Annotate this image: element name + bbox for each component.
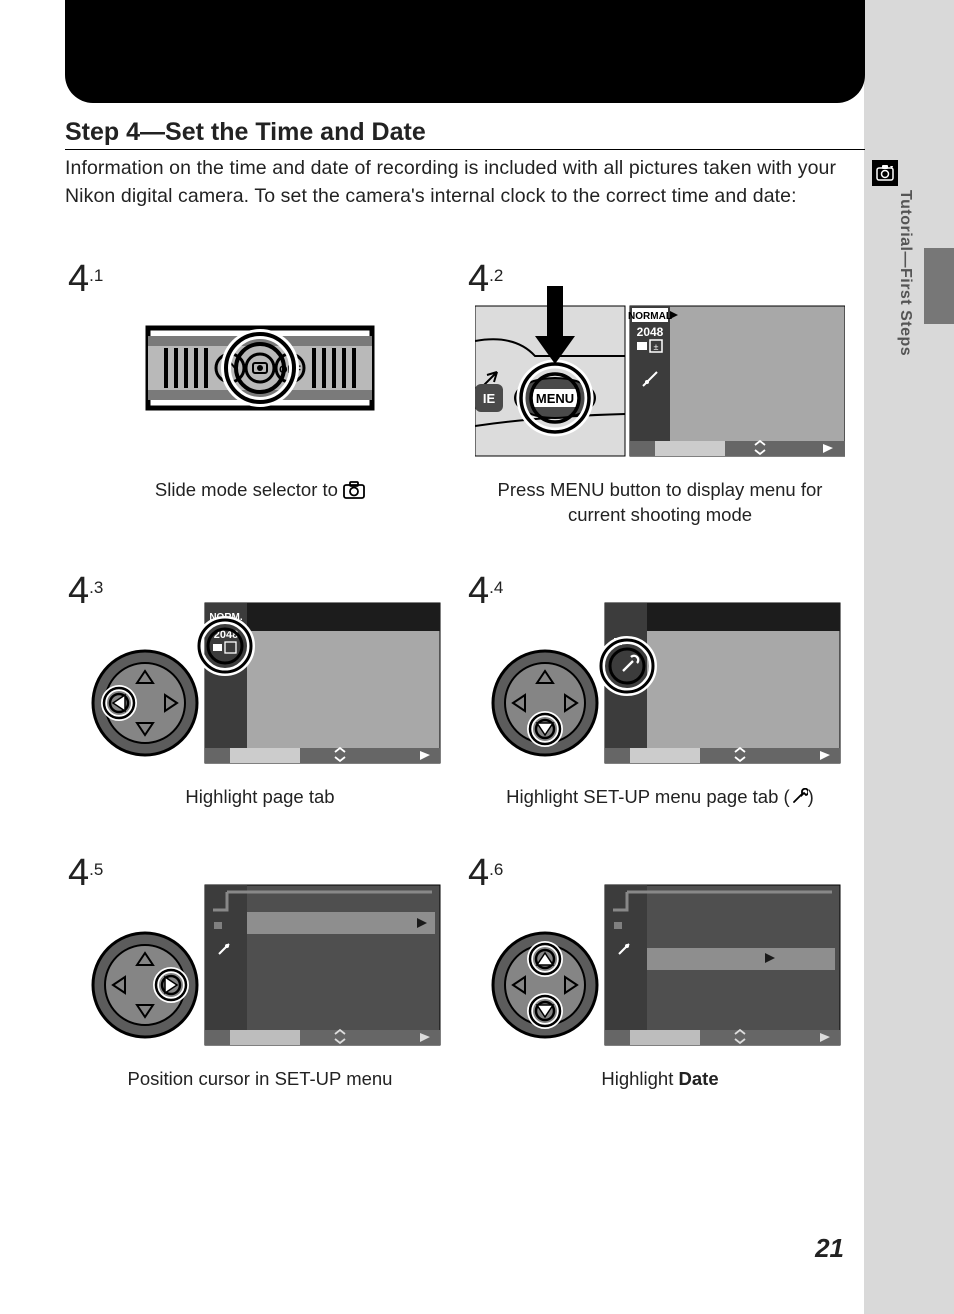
camera-icon: [343, 481, 365, 499]
figure-highlight-setup-tab: [475, 598, 845, 773]
figure-menu-button: IE MENU: [475, 286, 845, 466]
figure-position-cursor: [75, 880, 445, 1055]
figure-mode-selector: OFF: [130, 286, 390, 466]
svg-text:±: ±: [654, 342, 659, 352]
caption: Slide mode selector to: [80, 478, 440, 503]
side-tab-icon: [872, 160, 898, 186]
step-number: 4.1: [68, 260, 103, 298]
caption: Highlight SET-UP menu page tab (): [480, 785, 840, 810]
side-tab-label: Tutorial—First Steps: [896, 190, 914, 356]
caption: Highlight Date: [480, 1067, 840, 1092]
step-4-6: 4.6: [460, 854, 860, 1136]
caption: Position cursor in SET-UP menu: [80, 1067, 440, 1092]
step-4-1: 4.1: [60, 260, 460, 572]
caption: Press MENU button to display menu for cu…: [480, 478, 840, 528]
header-black-box: [65, 0, 865, 103]
svg-text:IE: IE: [483, 391, 496, 406]
step-title: Step 4—Set the Time and Date: [65, 118, 865, 150]
page-number: 21: [815, 1233, 844, 1264]
wrench-icon: [790, 788, 808, 806]
figure-highlight-page-tab: NORM. 2048: [75, 598, 445, 773]
step-4-4: 4.4: [460, 572, 860, 854]
caption: Highlight page tab: [80, 785, 440, 810]
side-thumb-tab: [924, 248, 954, 324]
step-4-2: 4.2 IE MENU: [460, 260, 860, 572]
svg-text:MENU: MENU: [536, 391, 574, 406]
svg-text:2048: 2048: [637, 325, 664, 339]
figure-highlight-date: [475, 880, 845, 1055]
step-4-5: 4.5: [60, 854, 460, 1136]
intro-text: Information on the time and date of reco…: [65, 154, 865, 211]
svg-text:NORMAL: NORMAL: [628, 311, 672, 322]
step-4-3: 4.3 NORM. 2048: [60, 572, 460, 854]
